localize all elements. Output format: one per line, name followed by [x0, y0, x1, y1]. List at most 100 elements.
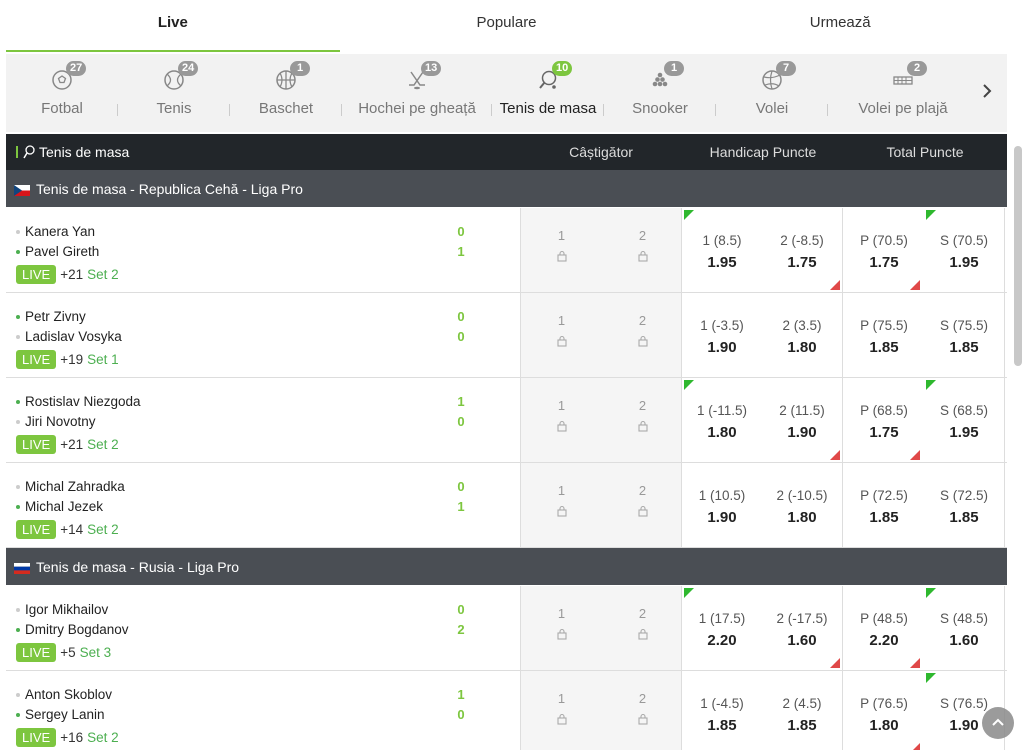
live-info: LIVE +16 Set 2: [16, 726, 119, 748]
handicap-odd-1[interactable]: 1 (-11.5) 1.80: [682, 402, 762, 441]
serve-indicator: [16, 230, 20, 234]
league-header[interactable]: Tenis de masa - Republica Cehă - Liga Pr…: [6, 170, 1007, 207]
score-player-2: 1: [457, 499, 465, 514]
score-player-1: 0: [457, 224, 465, 239]
match-row[interactable]: Petr Zivny Ladislav Vosyka LIVE +19 Set 1001…: [6, 293, 1007, 378]
total-odd-under[interactable]: P (68.5) 1.75: [844, 402, 924, 441]
handicap-odd-2[interactable]: 2 (-10.5) 1.80: [762, 487, 842, 526]
player-2: Dmitry Bogdanov: [16, 620, 129, 640]
winner-odd-1[interactable]: 1: [521, 398, 602, 435]
serve-indicator: [16, 250, 20, 254]
handicap-odd-1[interactable]: 1 (8.5) 1.95: [682, 232, 762, 271]
outcome-label: 2: [638, 228, 647, 243]
more-markets-link[interactable]: +19: [60, 352, 83, 367]
col-header-total: Total Puncte: [886, 144, 964, 160]
odds-up-indicator: [926, 380, 936, 390]
accent-bar: [16, 146, 18, 158]
sport-tenis-de-masa[interactable]: 10 Tenis de masa: [492, 54, 604, 132]
serve-indicator: [16, 335, 20, 339]
winner-odd-1[interactable]: 1: [521, 313, 602, 350]
sport-count-badge: 1: [664, 61, 684, 76]
winner-odd-1[interactable]: 1: [521, 606, 602, 643]
live-info: LIVE +21 Set 2: [16, 433, 141, 455]
winner-odd-2[interactable]: 2: [602, 228, 683, 265]
odd-value: 1.95: [707, 254, 737, 271]
winner-market: 12: [520, 208, 682, 292]
handicap-market: 1 (-3.5) 1.90 2 (3.5) 1.80: [682, 293, 843, 377]
winner-odd-1[interactable]: 1: [521, 228, 602, 265]
odds-up-indicator: [926, 210, 936, 220]
handicap-odd-2[interactable]: 2 (3.5) 1.80: [762, 317, 842, 356]
match-row[interactable]: Rostislav Niezgoda Jiri Novotny LIVE +21 Set…: [6, 378, 1007, 463]
serve-indicator: [16, 608, 20, 612]
set-status: Set 2: [87, 266, 119, 282]
sport-label: Baschet: [258, 100, 314, 117]
total-odd-over[interactable]: S (48.5) 1.60: [924, 610, 1004, 649]
sport-fotbal[interactable]: 27 Fotbal: [6, 54, 118, 132]
more-markets-link[interactable]: +21: [60, 267, 83, 282]
sport-snooker[interactable]: 1 Snooker: [604, 54, 716, 132]
handicap-odd-2[interactable]: 2 (-17.5) 1.60: [762, 610, 842, 649]
outcome-label: 2: [638, 483, 647, 498]
more-markets-link[interactable]: +21: [60, 437, 83, 452]
scrollbar-thumb[interactable]: [1014, 146, 1022, 366]
handicap-odd-2[interactable]: 2 (-8.5) 1.75: [762, 232, 842, 271]
total-odd-under[interactable]: P (72.5) 1.85: [844, 487, 924, 526]
total-odd-under[interactable]: P (76.5) 1.80: [844, 695, 924, 734]
sport-baschet[interactable]: 1 Baschet: [230, 54, 342, 132]
total-odd-over[interactable]: S (68.5) 1.95: [924, 402, 1004, 441]
more-markets-link[interactable]: +14: [60, 522, 83, 537]
winner-odd-1[interactable]: 1: [521, 483, 602, 520]
winner-odd-2[interactable]: 2: [602, 691, 683, 728]
total-odd-over[interactable]: S (70.5) 1.95: [924, 232, 1004, 271]
tab-populare[interactable]: Populare: [340, 0, 674, 52]
serve-indicator: [16, 628, 20, 632]
handicap-odd-1[interactable]: 1 (-3.5) 1.90: [682, 317, 762, 356]
sports-next-button[interactable]: [967, 54, 1007, 132]
winner-odd-2[interactable]: 2: [602, 606, 683, 643]
tab-live[interactable]: Live: [6, 0, 340, 52]
match-row[interactable]: Igor Mikhailov Dmitry Bogdanov LIVE +5 Set 3…: [6, 586, 1007, 671]
handicap-odd-2[interactable]: 2 (4.5) 1.85: [762, 695, 842, 734]
match-row[interactable]: Kanera Yan Pavel Gireth LIVE +21 Set 201121 …: [6, 208, 1007, 293]
handicap-odd-1[interactable]: 1 (-4.5) 1.85: [682, 695, 762, 734]
tab-urmeaza[interactable]: Urmează: [673, 0, 1007, 52]
player-name: Kanera Yan: [25, 224, 96, 239]
total-odd-under[interactable]: P (48.5) 2.20: [844, 610, 924, 649]
more-markets-link[interactable]: +16: [60, 730, 83, 745]
sport-tenis[interactable]: 24 Tenis: [118, 54, 230, 132]
total-odd-over[interactable]: S (72.5) 1.85: [924, 487, 1004, 526]
sport-label: Volei pe plajă: [858, 100, 948, 117]
winner-odd-1[interactable]: 1: [521, 691, 602, 728]
handicap-odd-1[interactable]: 1 (17.5) 2.20: [682, 610, 762, 649]
sport-volei-pe-plaja[interactable]: 2 Volei pe plajă: [828, 54, 978, 132]
handicap-odd-1[interactable]: 1 (10.5) 1.90: [682, 487, 762, 526]
handicap-market: 1 (10.5) 1.90 2 (-10.5) 1.80: [682, 463, 843, 547]
live-badge: LIVE: [16, 264, 57, 284]
total-odd-under[interactable]: P (70.5) 1.75: [844, 232, 924, 271]
total-odd-under[interactable]: P (75.5) 1.85: [844, 317, 924, 356]
score-player-2: 2: [457, 622, 465, 637]
winner-market: 12: [520, 586, 682, 670]
winner-odd-2[interactable]: 2: [602, 398, 683, 435]
sport-count-badge: 10: [552, 61, 573, 76]
match-row[interactable]: Michal Zahradka Michal Jezek LIVE +14 Set 2 0…: [6, 463, 1007, 548]
odds-down-indicator: [910, 280, 920, 290]
score-player-2: 0: [457, 707, 465, 722]
winner-odd-2[interactable]: 2: [602, 483, 683, 520]
odd-value: 1.90: [707, 339, 737, 356]
live-badge: LIVE: [16, 349, 57, 369]
league-header[interactable]: Tenis de masa - Rusia - Liga Pro: [6, 548, 1007, 585]
total-odd-over[interactable]: S (75.5) 1.85: [924, 317, 1004, 356]
score: 00: [455, 307, 467, 347]
scroll-to-top-button[interactable]: [982, 707, 1014, 739]
odd-value: 1.80: [787, 339, 817, 356]
odds-up-indicator: [926, 673, 936, 683]
sport-volei[interactable]: 7 Volei: [716, 54, 828, 132]
handicap-odd-2[interactable]: 2 (11.5) 1.90: [762, 402, 842, 441]
match-row[interactable]: Anton Skoblov Sergey Lanin LIVE +16 Set 2101…: [6, 671, 1007, 750]
winner-odd-2[interactable]: 2: [602, 313, 683, 350]
more-markets-link[interactable]: +5: [60, 645, 75, 660]
player-2: Jiri Novotny: [16, 412, 141, 432]
sport-hochei[interactable]: 13 Hochei pe gheață: [342, 54, 492, 132]
